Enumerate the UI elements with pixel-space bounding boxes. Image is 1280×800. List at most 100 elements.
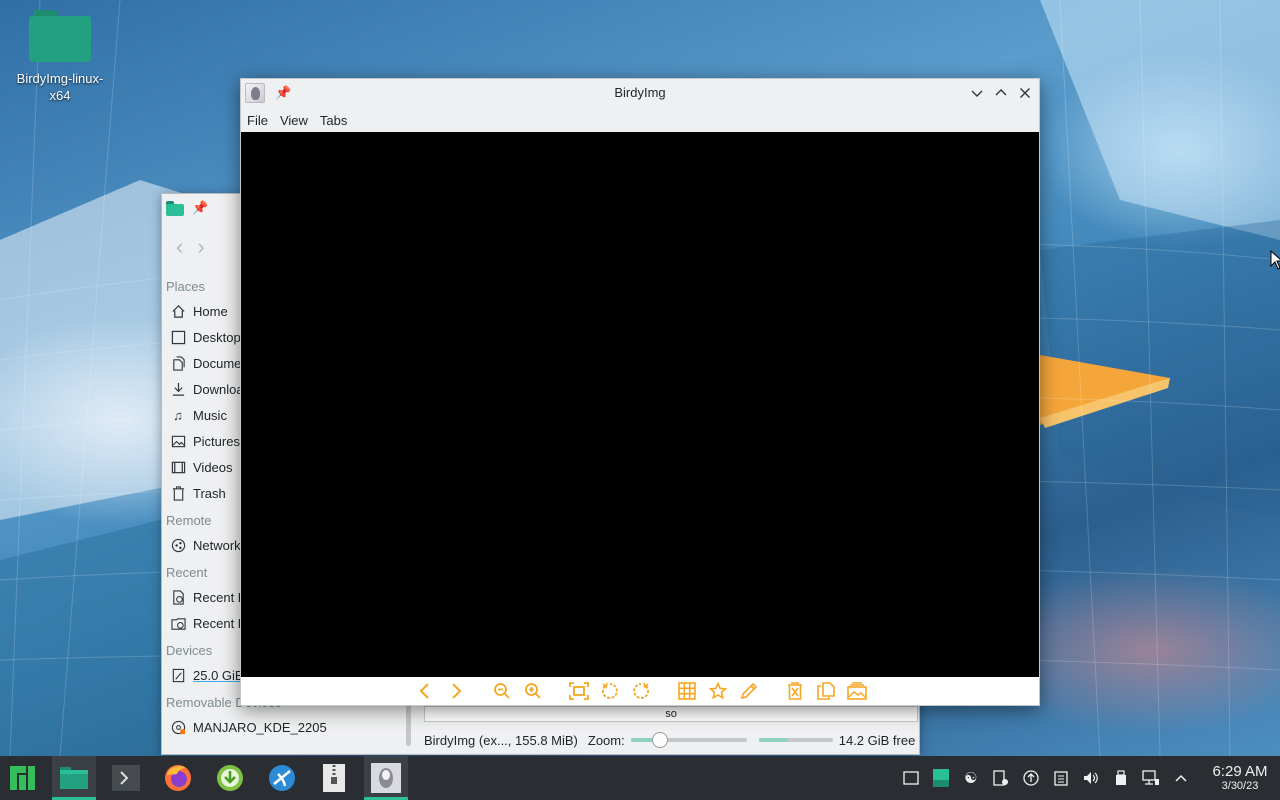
birdyimg-window[interactable]: 📌 BirdyImg File View Tabs	[240, 78, 1040, 706]
menu-tabs[interactable]: Tabs	[320, 113, 347, 128]
minimize-icon[interactable]	[969, 85, 985, 101]
places-item-label: Music	[193, 407, 227, 423]
taskbar-dolphin[interactable]	[52, 756, 96, 800]
back-icon[interactable]: ‹	[176, 234, 183, 260]
birdyimg-taskbar-icon	[371, 763, 401, 793]
places-item-network[interactable]: Network	[162, 532, 242, 558]
menu-file[interactable]: File	[247, 113, 268, 128]
menubar: File View Tabs	[241, 107, 1039, 133]
download-update-icon	[217, 765, 243, 791]
home-icon	[170, 303, 186, 319]
drive-icon	[170, 667, 186, 683]
application-launcher[interactable]	[0, 756, 44, 800]
taskbar-birdyimg[interactable]	[364, 756, 408, 800]
window-title: BirdyImg	[614, 85, 666, 100]
downloads-icon	[170, 381, 186, 397]
places-item-desktop[interactable]: Desktop	[162, 324, 242, 350]
volume-icon[interactable]	[1076, 756, 1106, 800]
rotate-left-icon[interactable]	[600, 681, 620, 701]
pin-icon[interactable]: 📌	[192, 200, 208, 216]
places-item-pictures[interactable]: Pictures	[162, 428, 242, 454]
kde-connect-icon[interactable]: ☯	[956, 756, 986, 800]
manjaro-logo-icon	[10, 766, 35, 790]
places-item-internal-drive[interactable]: 25.0 GiB Internal Drive	[162, 662, 242, 688]
network-connection-icon[interactable]	[1136, 756, 1166, 800]
taskbar-browser[interactable]	[260, 756, 304, 800]
clock-time: 6:29 AM	[1212, 763, 1268, 780]
pictures-icon	[170, 433, 186, 449]
zoom-label: Zoom:	[587, 732, 625, 748]
free-space-label: 14.2 GiB free	[838, 732, 916, 748]
forward-icon[interactable]: ›	[197, 234, 204, 260]
places-item-label: Videos	[193, 459, 233, 475]
taskbar: ☯ 6:29 AM 3/30/23	[0, 756, 1280, 800]
desktop-icon	[170, 329, 186, 345]
maximize-icon[interactable]	[993, 85, 1009, 101]
mouse-cursor-icon	[1270, 250, 1280, 270]
places-item-documents[interactable]: Documents	[162, 350, 242, 376]
selection-status: BirdyImg (ex..., 155.8 MiB)	[424, 732, 578, 748]
desktop-icon-label: BirdyImg-linux-x64	[16, 71, 104, 103]
taskbar-archive-manager[interactable]	[312, 756, 356, 800]
zoom-in-icon[interactable]	[523, 681, 543, 701]
chevron-up-icon[interactable]	[1166, 756, 1196, 800]
close-icon[interactable]	[1017, 85, 1033, 101]
copy-icon[interactable]	[816, 681, 836, 701]
dolphin-app-icon[interactable]	[166, 200, 184, 216]
remote-section-header: Remote	[166, 513, 212, 528]
places-item-label: Recent Locations	[193, 615, 242, 631]
devices-section-header: Devices	[166, 643, 213, 658]
pin-icon[interactable]: 📌	[275, 85, 291, 101]
dolphin-statusbar: BirdyImg (ex..., 155.8 MiB) Zoom: 14.2 G…	[162, 726, 919, 754]
image-viewer-canvas[interactable]	[241, 132, 1039, 677]
previous-icon[interactable]	[415, 681, 435, 701]
places-item-trash[interactable]: Trash	[162, 480, 242, 506]
menu-view[interactable]: View	[280, 113, 308, 128]
places-item-label: Downloads	[193, 381, 242, 397]
removable-device-icon[interactable]	[1106, 756, 1136, 800]
next-icon[interactable]	[446, 681, 466, 701]
delete-icon[interactable]	[785, 681, 805, 701]
desktop-folder-birdyimg[interactable]: BirdyImg-linux-x64	[8, 10, 112, 104]
removable-section-header: Removable Devices	[166, 695, 282, 710]
clipboard-settings-icon[interactable]	[986, 756, 1016, 800]
update-notifier-icon[interactable]	[1016, 756, 1046, 800]
birdyimg-titlebar[interactable]: 📌 BirdyImg	[241, 79, 1039, 107]
recent-section-header: Recent	[166, 565, 208, 580]
gallery-icon[interactable]	[847, 681, 867, 701]
trash-icon	[170, 485, 186, 501]
recent-locations-icon	[170, 615, 186, 631]
show-desktop-icon[interactable]	[896, 756, 926, 800]
zoom-out-icon[interactable]	[492, 681, 512, 701]
grid-view-icon[interactable]	[677, 681, 697, 701]
digital-clock[interactable]: 6:29 AM 3/30/23	[1200, 763, 1280, 793]
taskbar-software-updater[interactable]	[208, 756, 252, 800]
window-controls	[969, 79, 1033, 107]
rotate-right-icon[interactable]	[631, 681, 651, 701]
edit-pencil-icon[interactable]	[739, 681, 759, 701]
taskbar-konsole[interactable]	[104, 756, 148, 800]
places-item-downloads[interactable]: Downloads	[162, 376, 242, 402]
favorite-star-icon[interactable]	[708, 681, 728, 701]
places-item-label: 25.0 GiB Internal Drive	[193, 667, 242, 683]
music-icon: ♫	[173, 407, 183, 423]
places-item-label: Home	[193, 303, 228, 319]
places-item-recent-locations[interactable]: Recent Locations	[162, 610, 242, 636]
birdyimg-app-icon[interactable]	[245, 83, 265, 103]
places-item-home[interactable]: Home	[162, 298, 242, 324]
clipboard-icon[interactable]	[1046, 756, 1076, 800]
places-item-label: Pictures	[193, 433, 240, 449]
places-item-music[interactable]: ♫ Music	[162, 402, 242, 428]
disk-usage-bar	[758, 732, 833, 748]
clock-date: 3/30/23	[1221, 780, 1259, 792]
zoom-slider[interactable]	[630, 732, 747, 748]
taskbar-firefox[interactable]	[156, 756, 200, 800]
places-item-videos[interactable]: Videos	[162, 454, 242, 480]
fit-to-window-icon[interactable]	[569, 681, 589, 701]
file-view-strip: so	[424, 706, 918, 722]
dolphin-tray-icon[interactable]	[926, 756, 956, 800]
viewer-toolbar	[241, 677, 1039, 705]
places-item-label: Desktop	[193, 329, 241, 345]
places-item-label: Documents	[193, 355, 242, 371]
places-item-recent-files[interactable]: Recent Files	[162, 584, 242, 610]
